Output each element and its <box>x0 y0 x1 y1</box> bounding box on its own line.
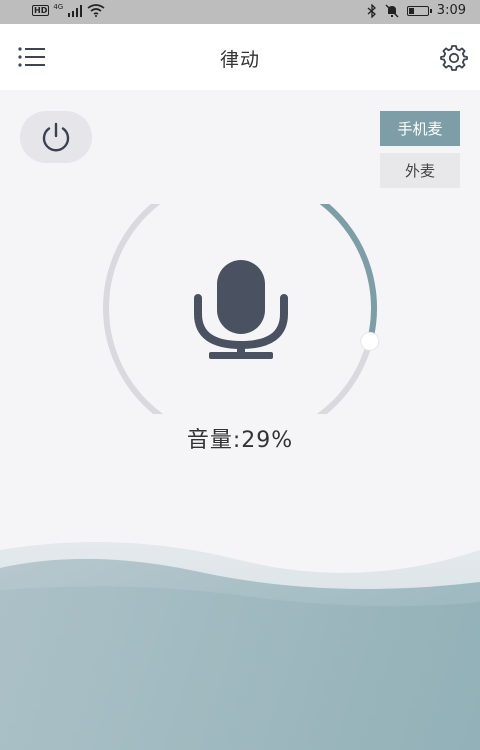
network-type-label: 4G <box>53 2 64 11</box>
page-title: 律动 <box>219 49 260 71</box>
status-right: 3:09 <box>367 3 466 18</box>
status-bar: HD 4G 3:09 <box>0 0 480 24</box>
battery-fill <box>408 7 415 14</box>
wifi-icon <box>87 4 105 17</box>
wave-decoration <box>0 542 480 750</box>
power-button[interactable] <box>20 111 92 163</box>
status-left: HD 4G <box>32 2 105 17</box>
gear-icon[interactable] <box>440 44 468 72</box>
phone-mic-button[interactable]: 手机麦 <box>380 111 460 146</box>
power-icon <box>42 122 70 152</box>
external-mic-button[interactable]: 外麦 <box>380 153 460 188</box>
microphone-icon <box>194 260 288 359</box>
mute-icon <box>385 4 399 17</box>
volume-label: 音量:29% <box>186 428 294 453</box>
gauge-knob[interactable] <box>360 331 380 351</box>
app-bar: 律动 <box>0 24 480 90</box>
signal-icon <box>68 4 83 17</box>
clock: 3:09 <box>436 3 466 18</box>
hd-icon: HD <box>32 5 50 16</box>
bluetooth-icon <box>367 3 376 18</box>
battery-icon <box>406 5 432 16</box>
volume-gauge[interactable] <box>100 204 382 414</box>
